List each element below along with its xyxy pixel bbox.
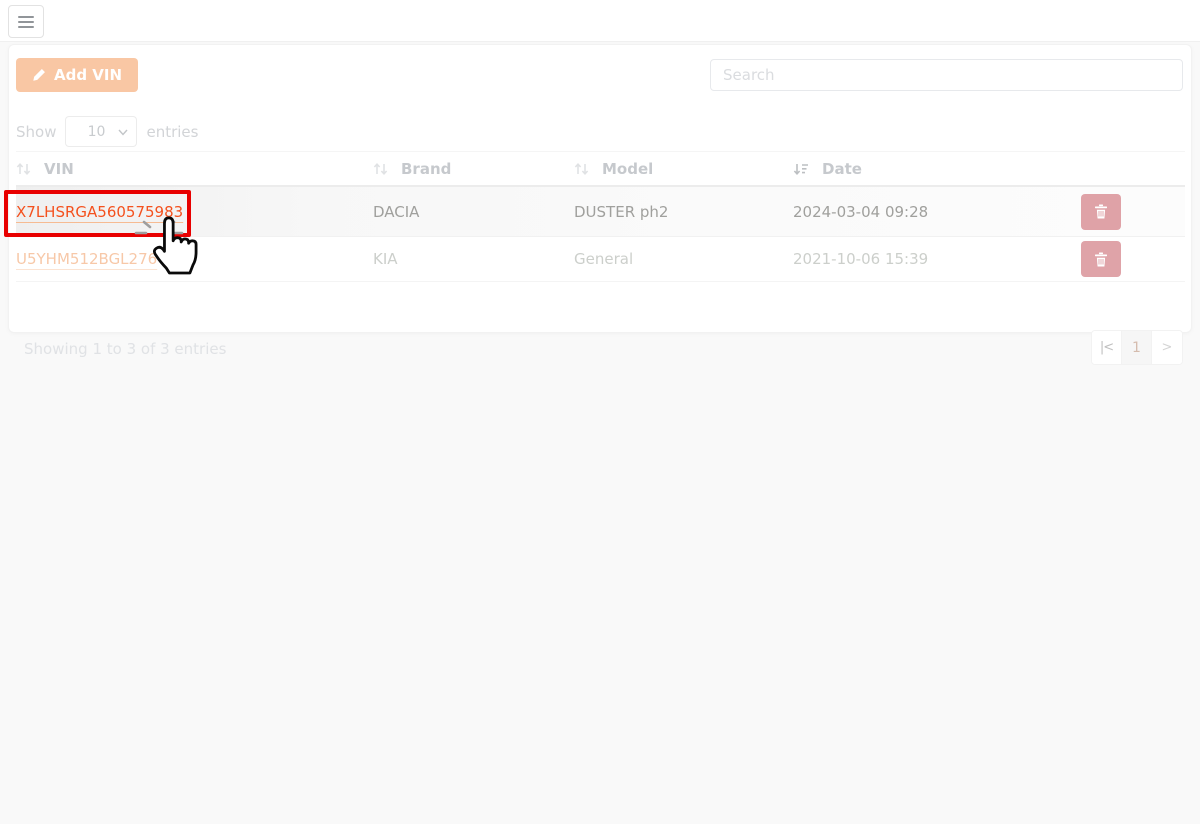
vin-manager-page: Add VIN Show 10 entries VIN <box>0 0 1200 824</box>
pagination-next-button[interactable]: > <box>1152 331 1182 364</box>
delete-vin-button[interactable] <box>1081 193 1121 230</box>
chevron-down-icon <box>118 129 129 136</box>
vin-table: VIN Brand Date Model <box>16 151 1185 282</box>
column-header-brand[interactable]: Brand <box>373 160 574 178</box>
column-header-date[interactable]: Date <box>793 160 1081 178</box>
table-info-text: Showing 1 to 3 of 3 entries <box>24 340 227 358</box>
table-header-row: VIN Brand Date Model <box>16 151 1185 187</box>
page-length-control: Show 10 entries <box>16 116 198 147</box>
entries-label: entries <box>146 122 199 141</box>
trash-icon <box>1095 252 1107 267</box>
delete-vin-button[interactable] <box>1081 241 1121 277</box>
table-row: U5YHM512BGL276 KIA General 2021-10-06 15… <box>16 237 1185 282</box>
sidebar-toggle-button[interactable] <box>8 5 44 38</box>
sort-icon <box>574 162 589 175</box>
entries-select[interactable]: 10 <box>65 116 138 147</box>
table-row: X7LHSRGA560575983 DACIA DUSTER ph2 2024-… <box>16 187 1185 237</box>
sort-icon <box>373 162 388 175</box>
date-cell: 2021-10-06 15:39 <box>793 250 929 268</box>
hamburger-icon <box>18 15 34 18</box>
pencil-icon <box>33 69 45 81</box>
vin-link[interactable]: U5YHM512BGL276 <box>16 250 157 268</box>
show-label: Show <box>16 122 57 141</box>
brand-cell: KIA <box>373 250 398 268</box>
model-cell: General <box>574 250 634 268</box>
column-header-vin[interactable]: VIN <box>16 160 373 178</box>
model-cell: DUSTER ph2 <box>574 202 669 221</box>
top-navbar <box>0 0 1200 42</box>
vin-link[interactable]: X7LHSRGA560575983 <box>16 203 183 221</box>
column-header-model[interactable]: Date Model <box>574 160 793 178</box>
search-input[interactable] <box>710 59 1183 91</box>
pagination-first-button[interactable]: |< <box>1092 331 1122 364</box>
pagination: |< 1 > <box>1091 330 1183 365</box>
add-vin-label: Add VIN <box>54 66 123 84</box>
vin-table-card: Add VIN Show 10 entries VIN <box>8 44 1192 365</box>
date-cell: 2024-03-04 09:28 <box>793 202 929 221</box>
trash-icon <box>1095 204 1107 219</box>
sort-icon <box>16 162 31 175</box>
brand-cell: DACIA <box>373 202 420 221</box>
sort-desc-icon <box>793 163 808 175</box>
pagination-page-1-button[interactable]: 1 <box>1122 331 1152 364</box>
add-vin-button[interactable]: Add VIN <box>16 58 139 92</box>
